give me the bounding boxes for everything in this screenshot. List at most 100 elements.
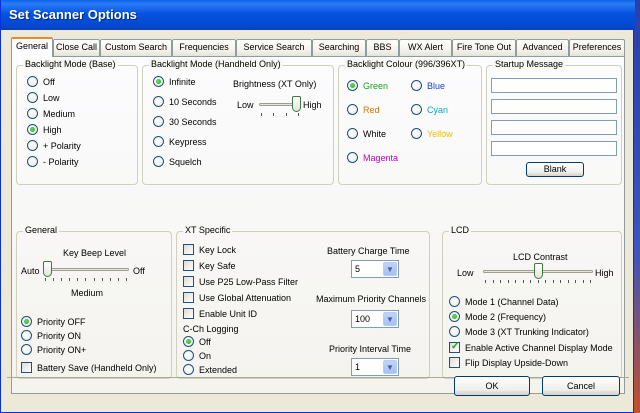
startup-line-4[interactable] [491,141,617,156]
tab-fire-tone-out[interactable]: Fire Tone Out [452,39,516,56]
unit-id-checkbox[interactable]: Enable Unit ID [183,308,257,319]
max-priority-select[interactable]: 100 ▼ [351,310,399,328]
tab-custom-search[interactable]: Custom Search [100,39,172,56]
select-value: 1 [355,362,361,372]
p25-filter-checkbox[interactable]: Use P25 Low-Pass Filter [183,276,298,287]
radio-icon [27,92,38,103]
chevron-down-icon: ▼ [383,360,397,374]
backlight-base-minus-polarity[interactable]: - Polarity [27,156,79,167]
radio-label: Mode 1 (Channel Data) [465,296,559,307]
startup-line-2[interactable] [491,99,617,114]
group-title: Backlight Mode (Handheld Only) [149,59,283,69]
priority-off[interactable]: Priority OFF [21,316,86,327]
tab-close-call[interactable]: Close Call [53,39,100,56]
tab-advanced[interactable]: Advanced [516,39,569,56]
startup-line-3[interactable] [491,120,617,135]
radio-label: Mode 2 (Frequency) [465,311,547,322]
checkbox-label: Key Lock [199,244,237,255]
lcd-contrast-ticks [485,280,591,284]
lcd-mode-3[interactable]: Mode 3 (XT Trunking Indicator) [449,326,589,337]
radio-label: Red [363,104,380,115]
priority-on[interactable]: Priority ON [21,330,81,341]
global-attenuation-checkbox[interactable]: Use Global Attenuation [183,292,291,303]
colour-yellow[interactable]: Yellow [411,128,453,139]
client-area: General Close Call Custom Search Frequen… [5,30,631,410]
radio-icon [183,364,194,375]
radio-label: Blue [427,80,446,91]
key-lock-checkbox[interactable]: Key Lock [183,244,236,255]
radio-label: Off [199,336,211,347]
cch-off[interactable]: Off [183,336,211,347]
priority-interval-select[interactable]: 1 ▼ [351,358,399,376]
colour-white[interactable]: White [347,128,386,139]
priority-on-plus[interactable]: Priority ON+ [21,344,86,355]
tab-frequencies[interactable]: Frequencies [172,39,236,56]
tab-wx-alert[interactable]: WX Alert [399,39,452,56]
radio-label: Off [43,76,55,87]
group-title: Startup Message [493,59,566,69]
colour-blue[interactable]: Blue [411,80,445,91]
priority-interval-label: Priority Interval Time [329,344,412,354]
radio-label: Mode 3 (XT Trunking Indicator) [465,326,589,337]
active-channel-checkbox[interactable]: Enable Active Channel Display Mode [449,341,613,353]
colour-red[interactable]: Red [347,104,380,115]
lcd-mode-1[interactable]: Mode 1 (Channel Data) [449,296,559,307]
battery-charge-select[interactable]: 5 ▼ [351,260,399,278]
cch-on[interactable]: On [183,350,211,361]
backlight-base-off[interactable]: Off [27,76,55,87]
handheld-10-seconds[interactable]: 10 Seconds [153,96,217,107]
group-title: Backlight Mode (Base) [23,59,118,69]
radio-icon [411,128,422,139]
ok-button[interactable]: OK [454,376,530,396]
checkbox-label: Enable Unit ID [199,308,258,319]
lcd-contrast-slider-thumb[interactable] [533,263,543,279]
tab-general[interactable]: General [11,37,53,57]
tab-service-search[interactable]: Service Search [236,39,312,56]
radio-icon [27,140,38,151]
brightness-slider-thumb[interactable] [292,96,301,112]
startup-message-group: Startup Message Blank [486,59,622,185]
battery-save-checkbox[interactable]: Battery Save (Handheld Only) [21,362,157,373]
chevron-down-icon: ▼ [383,312,397,326]
radio-icon [449,326,460,337]
key-beep-slider-thumb[interactable] [43,261,52,277]
radio-label: 10 Seconds [169,96,217,107]
blank-button[interactable]: Blank [526,162,584,177]
key-safe-checkbox[interactable]: Key Safe [183,260,236,271]
brightness-high-label: High [303,100,322,110]
checkbox-icon [183,244,194,255]
lcd-contrast-label: LCD Contrast [513,252,568,262]
handheld-squelch[interactable]: Squelch [153,156,202,167]
cancel-button[interactable]: Cancel [542,376,620,396]
backlight-base-low[interactable]: Low [27,92,60,103]
colour-magenta[interactable]: Magenta [347,152,398,163]
colour-green[interactable]: Green [347,80,388,91]
handheld-30-seconds[interactable]: 30 Seconds [153,116,217,127]
dialog-separator [7,377,629,378]
beep-auto-label: Auto [21,266,40,276]
checkbox-label: Flip Display Upside-Down [465,357,569,368]
brightness-label: Brightness (XT Only) [233,79,317,89]
brightness-ticks [261,113,299,117]
radio-icon [449,296,460,307]
radio-icon [21,330,32,341]
radio-icon [347,128,358,139]
window-title: Set Scanner Options [1,0,635,30]
group-title: LCD [449,225,472,235]
backlight-base-high[interactable]: High [27,124,62,135]
handheld-infinite[interactable]: Infinite [153,76,196,87]
colour-cyan[interactable]: Cyan [411,104,448,115]
tab-searching[interactable]: Searching [312,39,366,56]
handheld-keypress[interactable]: Keypress [153,136,207,147]
tab-bbs[interactable]: BBS [366,39,399,56]
radio-label: + Polarity [43,140,81,151]
backlight-base-medium[interactable]: Medium [27,108,75,119]
cch-extended[interactable]: Extended [183,364,237,375]
flip-display-checkbox[interactable]: Flip Display Upside-Down [449,357,568,368]
backlight-base-plus-polarity[interactable]: + Polarity [27,140,81,151]
radio-icon [183,336,194,347]
chevron-down-icon: ▼ [383,262,397,276]
tab-preferences[interactable]: Preferences [569,39,625,56]
lcd-mode-2[interactable]: Mode 2 (Frequency) [449,311,546,322]
startup-line-1[interactable] [491,78,617,93]
